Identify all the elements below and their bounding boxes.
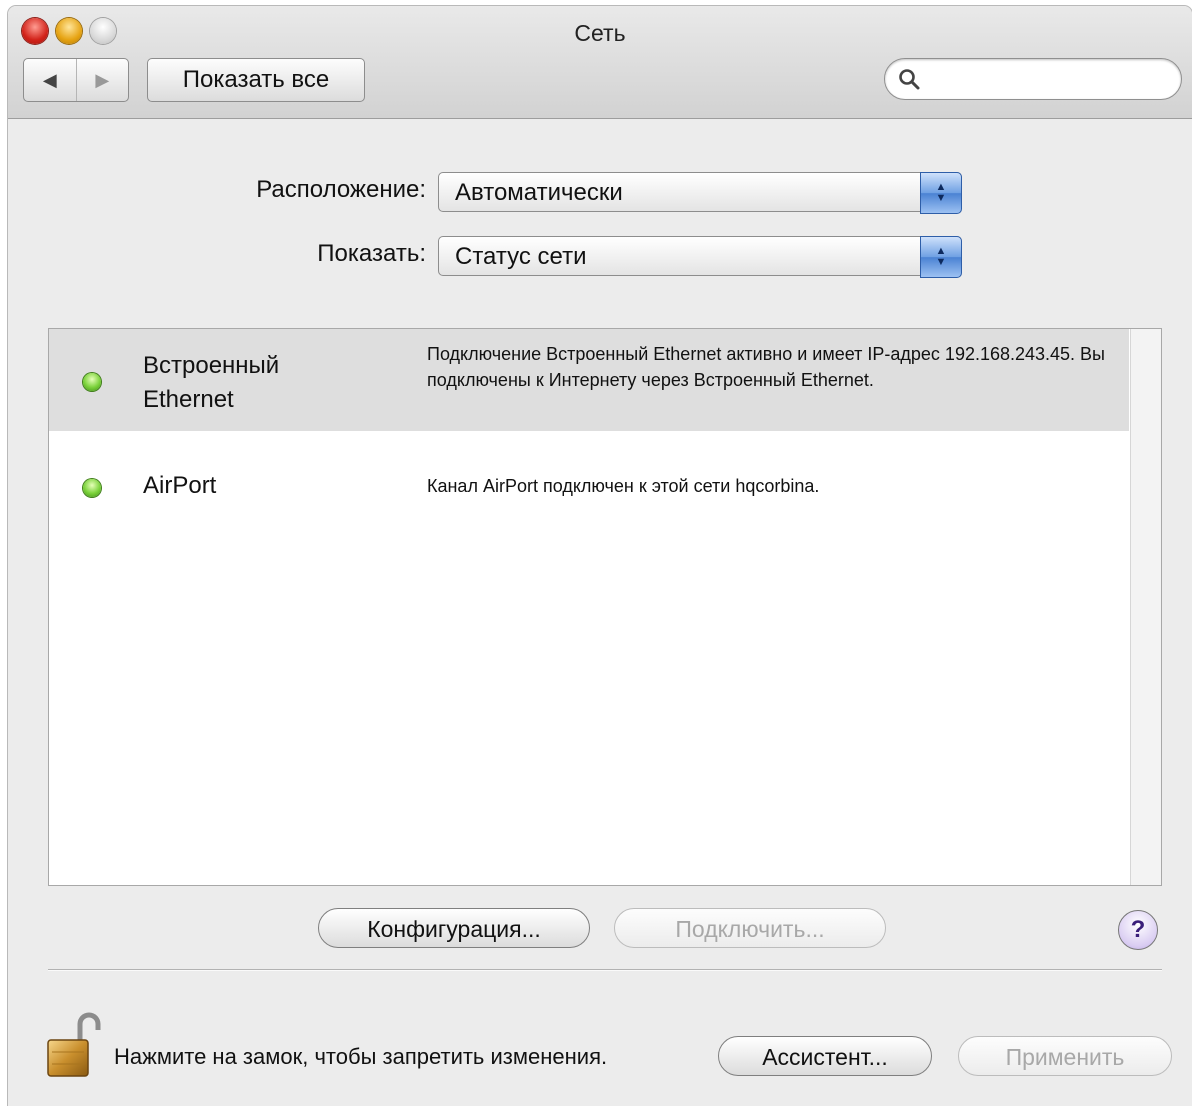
popup-arrows-icon: ▲ ▼ [920,172,962,214]
lock-message: Нажмите на замок, чтобы запретить измене… [114,1044,608,1069]
popup-arrows-icon: ▲ ▼ [920,236,962,278]
service-name: Встроенный Ethernet [143,352,280,413]
service-description: Подключение Встроенный Ethernet активно … [427,344,1105,390]
show-label: Показать: [317,240,426,267]
connect-button[interactable]: Подключить... [614,908,886,948]
scrollbar[interactable] [1130,329,1161,885]
location-value: Автоматически [455,179,623,206]
show-select[interactable]: Статус сети ▲ ▼ [438,236,962,278]
show-all-button[interactable]: Показать все [147,58,365,102]
list-item[interactable]: AirPort Канал AirPort подключен к этой с… [49,431,1129,541]
search-icon [899,69,920,90]
back-forward-control: ◀ ▶ [23,58,129,102]
network-preferences-window: Сеть ◀ ▶ Показать все Расположение: Авто… [8,6,1192,1106]
divider [48,969,1162,971]
back-button[interactable]: ◀ [24,59,77,101]
location-label: Расположение: [256,176,426,203]
help-icon: ? [1130,916,1146,943]
search-field[interactable] [884,58,1182,100]
network-status-list[interactable]: Встроенный Ethernet Подключение Встроенн… [48,328,1162,886]
forward-button[interactable]: ▶ [77,59,129,101]
service-name: AirPort [143,472,217,499]
help-button[interactable]: ? [1118,910,1158,950]
list-item[interactable]: Встроенный Ethernet Подключение Встроенн… [49,329,1129,431]
toolbar: Сеть ◀ ▶ Показать все [8,6,1192,119]
arrow-left-icon: ◀ [42,69,57,90]
location-select[interactable]: Автоматически ▲ ▼ [438,172,962,214]
show-value: Статус сети [455,243,587,270]
apply-button[interactable]: Применить [958,1036,1172,1076]
service-description: Канал AirPort подключен к этой сети hqco… [427,476,820,496]
arrow-right-icon: ▶ [95,69,110,90]
assistant-button[interactable]: Ассистент... [718,1036,932,1076]
status-green-icon [83,479,101,497]
search-input[interactable] [925,65,1169,93]
window-title: Сеть [574,20,626,46]
configure-button[interactable]: Конфигурация... [318,908,590,948]
unlocked-padlock-icon[interactable] [46,1008,102,1080]
status-green-icon [83,373,101,391]
